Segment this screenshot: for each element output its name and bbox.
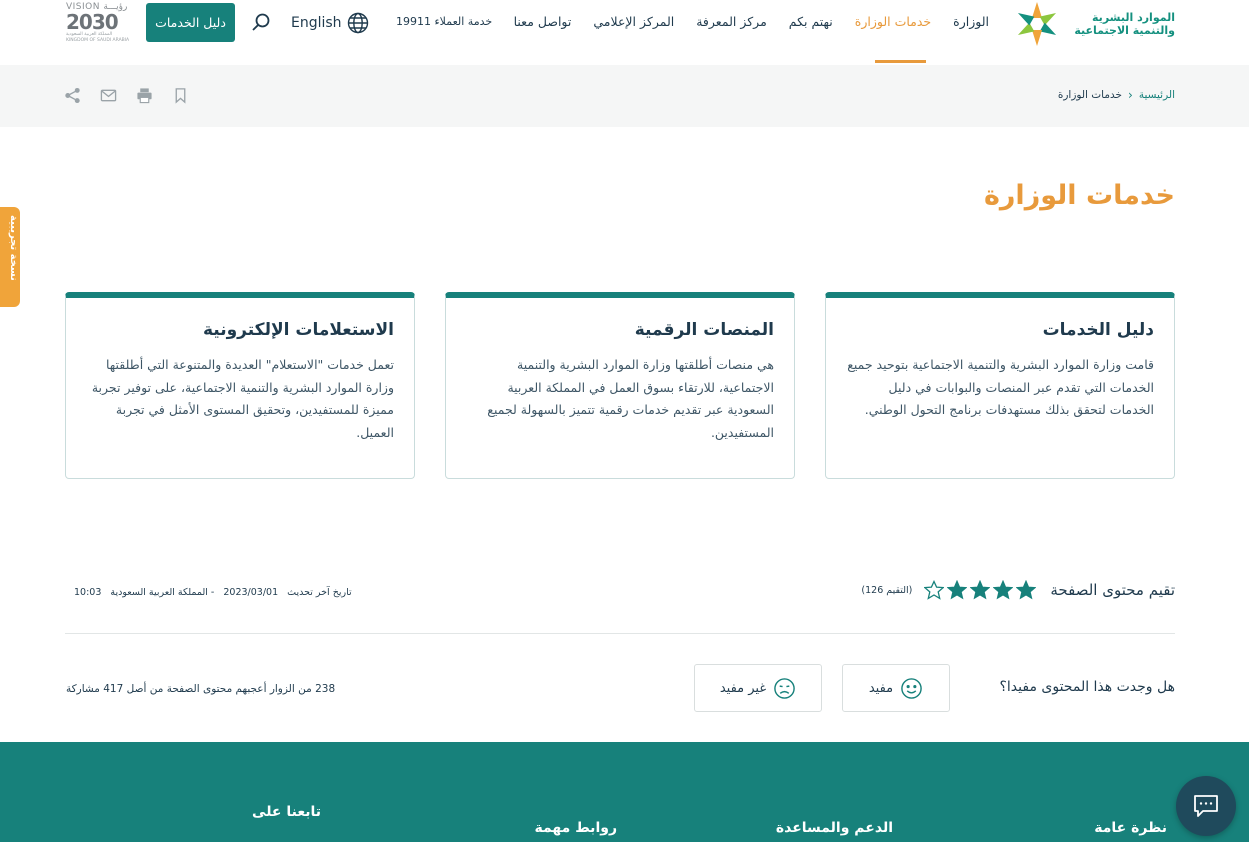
page-rating: تقيم محتوى الصفحة (التقيم 126) (861, 580, 1175, 600)
last-updated: تاريخ آخر تحديث 2023/03/01 - المملكة الع… (68, 587, 352, 598)
nav-item-ministry[interactable]: الوزارة (953, 13, 989, 31)
share-icon[interactable] (64, 87, 81, 104)
vision-year: 2030 (66, 10, 119, 34)
services-guide-button[interactable]: دليل الخدمات (146, 3, 235, 42)
page-title: خدمات الوزارة (983, 180, 1175, 211)
last-updated-time: 10:03 (74, 587, 102, 598)
not-helpful-button[interactable]: غير مفيد (694, 664, 822, 712)
service-cards: دليل الخدمات قامت وزارة الموارد البشرية … (65, 292, 1175, 479)
nav-item-services[interactable]: خدمات الوزارة (855, 13, 931, 31)
globe-icon (347, 12, 368, 34)
rating-count: (التقيم 126) (861, 584, 913, 596)
breadcrumb-current: خدمات الوزارة (1057, 89, 1123, 101)
site-footer: نظرة عامة الدعم والمساعدة روابط مهمة تاب… (0, 742, 1249, 842)
main-nav: الوزارة خدمات الوزارة نهتم بكم مركز المع… (514, 13, 989, 31)
helpful-button[interactable]: مفيد (842, 664, 950, 712)
card-title: الاستعلامات الإلكترونية (202, 320, 394, 340)
helpful-label: مفيد (868, 680, 894, 696)
logo-line-1: الموارد البشرية (1092, 11, 1175, 24)
logo-text: الموارد البشرية والتنمية الاجتماعية (1074, 11, 1175, 37)
chat-button[interactable] (1176, 776, 1236, 836)
last-updated-place: - المملكة العربية السعودية (110, 587, 215, 598)
card-e-inquiries[interactable]: الاستعلامات الإلكترونية تعمل خدمات "الاس… (65, 292, 415, 479)
star-icon[interactable] (993, 580, 1014, 600)
nav-item-media[interactable]: المركز الإعلامي (593, 13, 674, 31)
bookmark-icon[interactable] (172, 87, 189, 104)
star-icon[interactable] (970, 580, 991, 600)
not-helpful-label: غير مفيد (719, 680, 767, 696)
language-label: English (291, 15, 342, 31)
vision-2030-logo: VISION رؤيـــة 2030 المملكة العربية السع… (66, 2, 130, 44)
sad-face-icon (774, 677, 795, 699)
breadcrumb-home[interactable]: الرئيسية (1139, 89, 1175, 101)
feedback-stats: 238 من الزوار أعجبهم محتوى الصفحة من أصل… (66, 683, 336, 695)
beta-version-tab[interactable]: نسخة تجريبية (0, 207, 20, 307)
nav-item-we-care[interactable]: نهتم بكم (789, 13, 833, 31)
nav-item-knowledge[interactable]: مركز المعرفة (696, 13, 767, 31)
star-icon[interactable] (1016, 580, 1037, 600)
last-updated-date: 2023/03/01 (223, 587, 279, 598)
ministry-logo[interactable]: الموارد البشرية والتنمية الاجتماعية (1006, 0, 1175, 48)
print-icon[interactable] (136, 87, 153, 104)
breadcrumb-bar: الرئيسية ‹ خدمات الوزارة (0, 65, 1249, 127)
card-title: المنصات الرقمية (634, 320, 774, 340)
customer-service-hotline[interactable]: خدمة العملاء 19911 (396, 15, 492, 28)
card-description: هي منصات أطلقتها وزارة الموارد البشرية و… (487, 357, 774, 440)
mail-icon[interactable] (100, 87, 117, 104)
nav-item-contact[interactable]: تواصل معنا (514, 13, 572, 31)
feedback-question: هل وجدت هذا المحتوى مفيدا؟ (999, 679, 1175, 695)
site-header: الموارد البشرية والتنمية الاجتماعية الوز… (0, 0, 1249, 65)
active-nav-underline (875, 60, 926, 63)
beta-version-label: نسخة تجريبية (8, 215, 19, 281)
page-tools (64, 87, 189, 104)
logo-line-2: والتنمية الاجتماعية (1074, 24, 1175, 37)
card-description: تعمل خدمات "الاستعلام" العديدة والمتنوعة… (91, 357, 394, 440)
search-icon[interactable] (251, 12, 271, 32)
divider (65, 633, 1175, 634)
card-description: قامت وزارة الموارد البشرية والتنمية الاج… (847, 357, 1154, 417)
star-outline-icon[interactable] (924, 580, 945, 600)
card-services-guide[interactable]: دليل الخدمات قامت وزارة الموارد البشرية … (825, 292, 1175, 479)
last-updated-label: تاريخ آخر تحديث (287, 587, 352, 598)
rating-stars (924, 580, 1037, 600)
chat-bubble-icon (1194, 795, 1218, 817)
rating-label: تقيم محتوى الصفحة (1050, 581, 1175, 599)
footer-heading-overview: نظرة عامة (1094, 820, 1167, 836)
star-icon[interactable] (947, 580, 968, 600)
logo-star-icon (1018, 2, 1057, 46)
breadcrumb: الرئيسية ‹ خدمات الوزارة (1058, 88, 1175, 102)
chevron-left-icon: ‹ (1128, 88, 1133, 102)
smile-icon (901, 677, 922, 699)
vision-subtitle: المملكة العربية السعودية KINGDOM OF SAUD… (66, 32, 130, 43)
card-digital-platforms[interactable]: المنصات الرقمية هي منصات أطلقتها وزارة ا… (445, 292, 795, 479)
footer-heading-follow: تابعنا على (252, 804, 321, 820)
footer-heading-links: روابط مهمة (534, 820, 617, 836)
footer-heading-support: الدعم والمساعدة (775, 820, 893, 836)
language-switch[interactable]: English (291, 12, 369, 34)
card-title: دليل الخدمات (1042, 320, 1154, 340)
